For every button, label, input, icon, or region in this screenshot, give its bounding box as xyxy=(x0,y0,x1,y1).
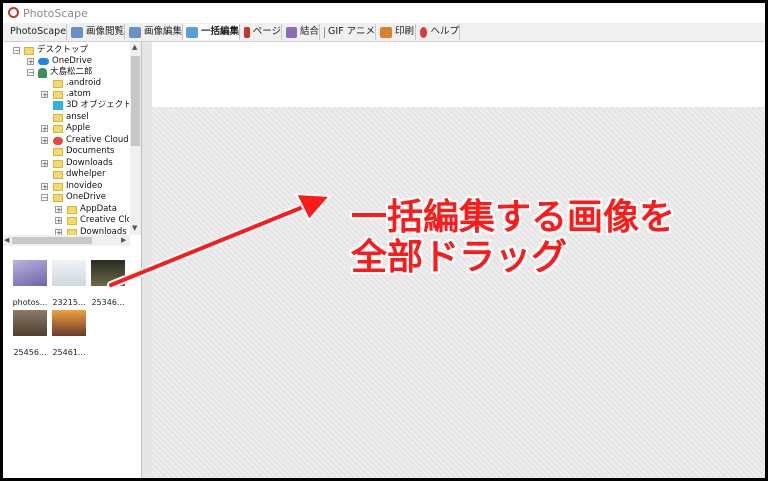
annotation-arrow xyxy=(107,193,331,289)
app-window: PhotoScape PhotoScape 画像閲覧 画像編集 一括編集 ページ… xyxy=(0,0,768,481)
